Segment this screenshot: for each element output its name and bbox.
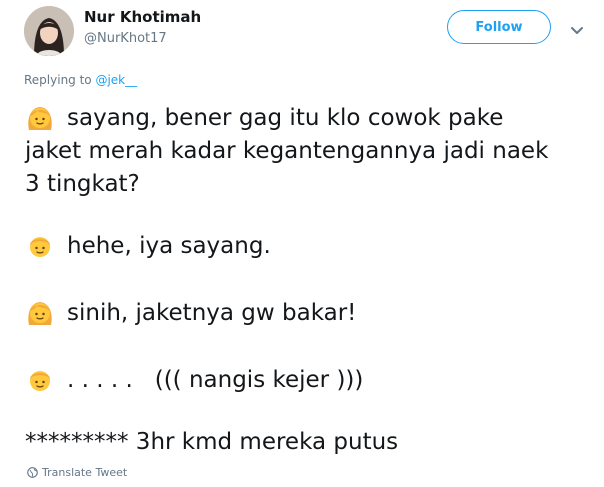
- tweet-line: 3 tingkat?: [25, 169, 140, 199]
- reply-mention-link[interactable]: @jek__: [95, 73, 137, 87]
- tweet-line-text: sayang, bener gag itu klo cowok pake: [67, 105, 504, 131]
- man-emoji-icon: [25, 231, 55, 261]
- tweet-line: hehe, iya sayang.: [25, 231, 271, 261]
- follow-button[interactable]: Follow: [447, 10, 551, 44]
- tweet-line: sayang, bener gag itu klo cowok pake: [25, 103, 503, 133]
- chevron-down-icon[interactable]: [569, 22, 585, 34]
- tweet-line: ********* 3hr kmd mereka putus: [25, 427, 398, 457]
- woman-emoji-icon: [25, 103, 55, 133]
- tweet-line-text: 3 tingkat?: [25, 171, 140, 197]
- tweet-line: jaket merah kadar kegantengannya jadi na…: [25, 136, 548, 166]
- tweet-line-text: hehe, iya sayang.: [67, 233, 271, 259]
- user-handle[interactable]: @NurKhot17: [84, 31, 167, 46]
- avatar[interactable]: [24, 6, 74, 56]
- replying-to-prefix: Replying to: [24, 73, 96, 87]
- tweet-line-text: . . . . . ((( nangis kejer ))): [67, 367, 364, 393]
- tweet-line-text: sinih, jaketnya gw bakar!: [67, 300, 357, 326]
- translate-tweet-link[interactable]: Translate Tweet: [27, 466, 127, 479]
- man-emoji-icon: [25, 365, 55, 395]
- woman-emoji-icon: [25, 298, 55, 328]
- translate-tweet-label[interactable]: Translate Tweet: [42, 466, 127, 479]
- user-display-name[interactable]: Nur Khotimah: [84, 8, 201, 26]
- tweet-line-text: jaket merah kadar kegantengannya jadi na…: [25, 138, 549, 164]
- tweet-line: sinih, jaketnya gw bakar!: [25, 298, 356, 328]
- tweet-line: . . . . . ((( nangis kejer ))): [25, 365, 363, 395]
- globe-icon: [27, 467, 38, 478]
- tweet-line-text: ********* 3hr kmd mereka putus: [25, 429, 399, 455]
- replying-to: Replying to @jek__: [24, 73, 137, 87]
